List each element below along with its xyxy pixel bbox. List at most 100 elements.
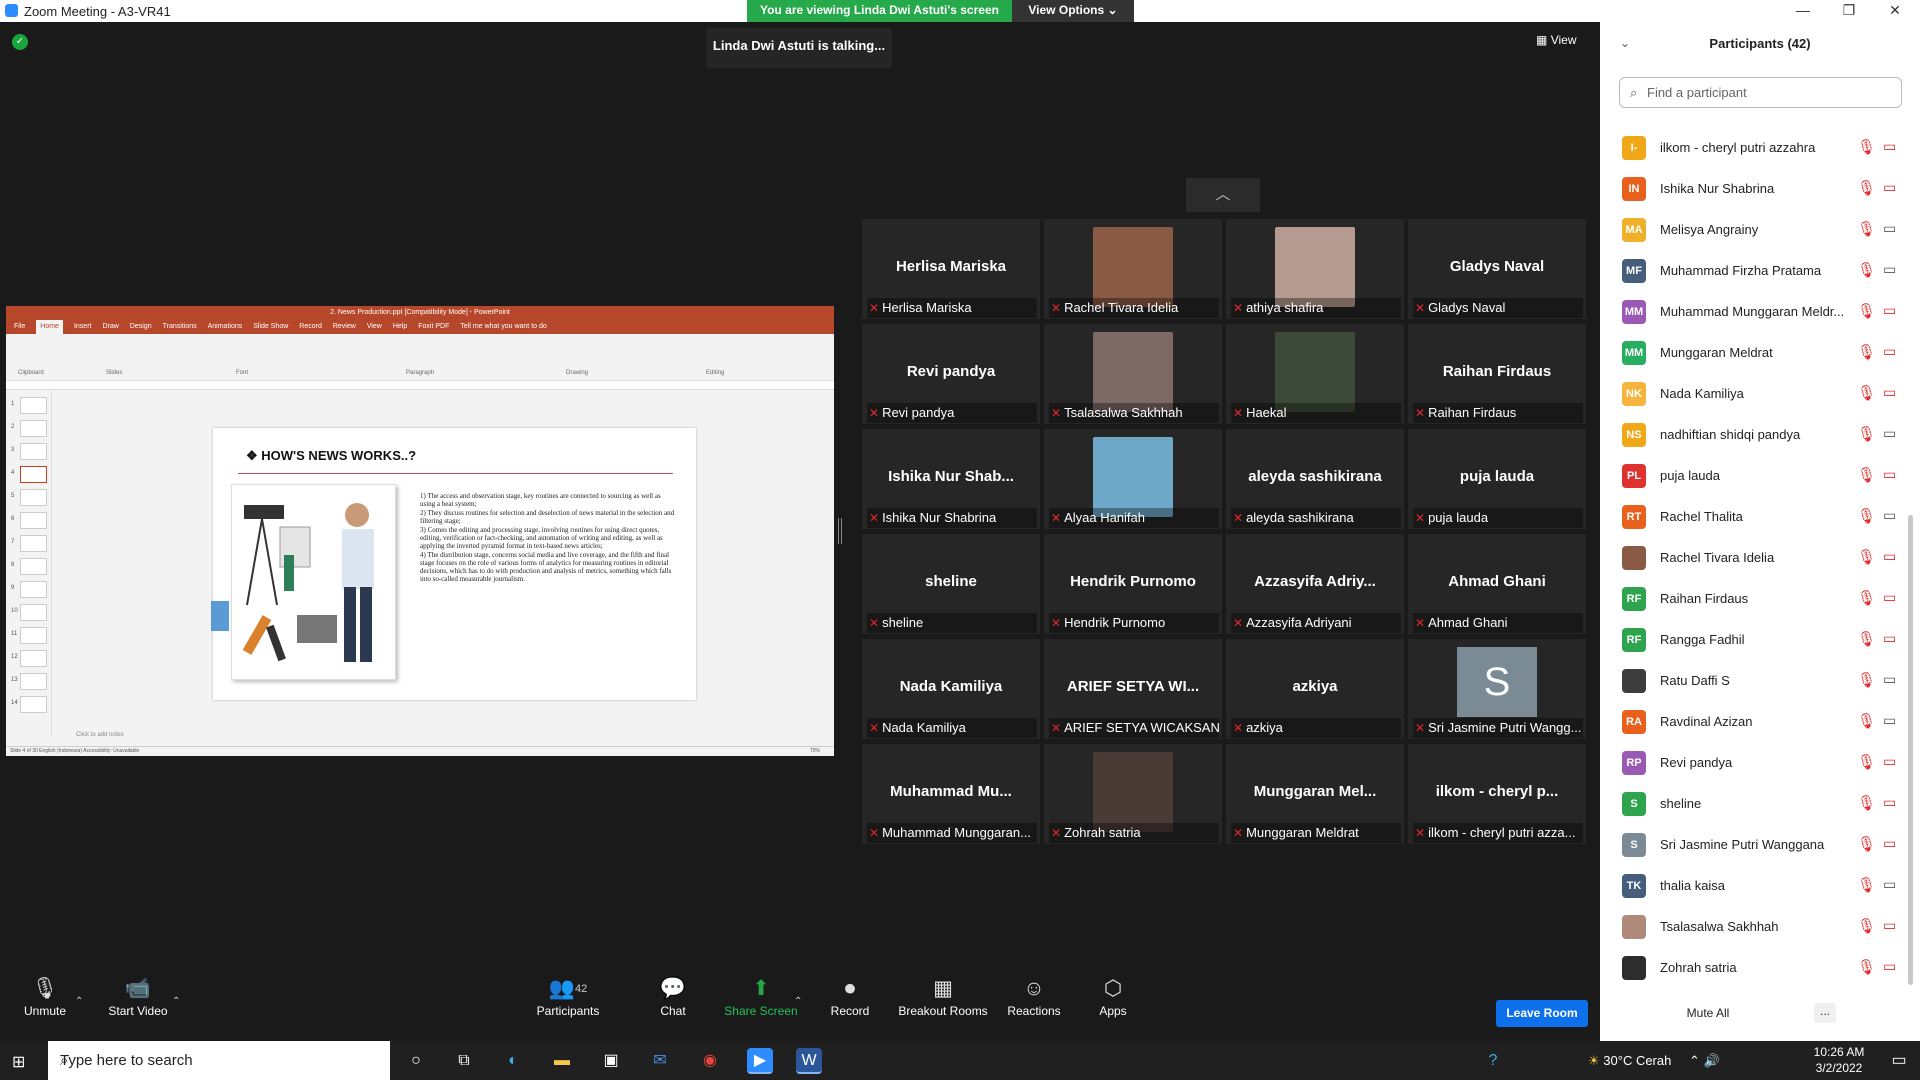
video-tile[interactable]: Muhammad Mu... ✕ Muhammad Munggaran...	[862, 744, 1040, 844]
video-tile[interactable]: ARIEF SETYA WI... ✕ ARIEF SETYA WICAKSANA	[1044, 639, 1222, 739]
video-tile[interactable]: ✕ Rachel Tivara Idelia	[1044, 219, 1222, 319]
video-tile[interactable]: Ahmad Ghani ✕ Ahmad Ghani	[1408, 534, 1586, 634]
video-tile[interactable]: sheline ✕ sheline	[862, 534, 1040, 634]
participant-row[interactable]: Ssheline 🎙 ▭	[1600, 782, 1920, 823]
video-tile[interactable]: Raihan Firdaus ✕ Raihan Firdaus	[1408, 324, 1586, 424]
video-tile[interactable]: Nada Kamiliya ✕ Nada Kamiliya	[862, 639, 1040, 739]
ppt-status-text: Slide 4 of 30 English (Indonesia) Access…	[10, 748, 140, 754]
video-tile[interactable]: ✕ Zohrah satria	[1044, 744, 1222, 844]
participant-row[interactable]: PL puja lauda 🎙 ▭	[1600, 454, 1920, 495]
participant-row[interactable]: Ratu Daffi S 🎙 ▭	[1600, 659, 1920, 700]
participant-row[interactable]: MM Munggaran Meldrat 🎙 ▭	[1600, 331, 1920, 372]
file-explorer-icon[interactable]: ▬	[549, 1048, 575, 1074]
thumbnail-number: 11	[11, 631, 18, 637]
zoom-taskbar-icon[interactable]: ▶	[747, 1048, 773, 1074]
video-tile[interactable]: Gladys Naval ✕ Gladys Naval	[1408, 219, 1586, 319]
video-tile[interactable]: Ishika Nur Shab... ✕ Ishika Nur Shabrina	[862, 429, 1040, 529]
video-caret-icon[interactable]: ⌃	[172, 996, 180, 1007]
chevron-up-icon[interactable]: ︿	[1186, 178, 1260, 212]
video-tile[interactable]: Hendrik Purnomo ✕ Hendrik Purnomo	[1044, 534, 1222, 634]
notes-placeholder: Click to add notes	[76, 732, 124, 738]
video-tile[interactable]: aleyda sashikirana ✕ aleyda sashikirana	[1226, 429, 1404, 529]
video-tile[interactable]: Munggaran Mel... ✕ Munggaran Meldrat	[1226, 744, 1404, 844]
notifications-icon[interactable]: ▭	[1886, 1048, 1912, 1074]
participant-name: Tsalasalwa Sakhhah	[1660, 919, 1779, 934]
participant-row[interactable]: Rachel Tivara Idelia 🎙 ▭	[1600, 536, 1920, 577]
participant-row[interactable]: MA Melisya Angrainy 🎙 ▭	[1600, 208, 1920, 249]
participant-row[interactable]: RP Revi pandya 🎙 ▭	[1600, 741, 1920, 782]
chrome-icon[interactable]: ◉	[697, 1048, 723, 1074]
participant-row[interactable]: MF Muhammad Firzha Pratama 🎙 ▭	[1600, 249, 1920, 290]
task-view-icon[interactable]: ⧉	[451, 1048, 477, 1074]
mail-icon[interactable]: ✉	[647, 1048, 673, 1074]
help-icon[interactable]: ?	[1480, 1048, 1506, 1074]
microsoft-store-icon[interactable]: ▣	[598, 1048, 624, 1074]
participant-name: nadhiftian shidqi pandya	[1660, 427, 1801, 442]
start-video-button[interactable]: 📹 Start Video	[106, 974, 170, 1018]
view-options-button[interactable]: View Options ⌄	[1012, 0, 1134, 22]
video-tile[interactable]: Revi pandya ✕ Revi pandya	[862, 324, 1040, 424]
taskbar-search-input[interactable]: ⌕ Type here to search	[48, 1041, 390, 1080]
ppt-slide-thumbnail: 14	[11, 696, 47, 713]
reactions-button[interactable]: ☺ Reactions	[1006, 974, 1062, 1018]
tray-icons[interactable]: ⌃ 🔊	[1689, 1053, 1720, 1068]
security-shield-icon[interactable]: ✓	[12, 34, 28, 50]
video-tile[interactable]: ✕ Tsalasalwa Sakhhah	[1044, 324, 1222, 424]
participant-row[interactable]: NS nadhiftian shidqi pandya 🎙 ▭	[1600, 413, 1920, 454]
video-tile[interactable]: Herlisa Mariska ✕ Herlisa Mariska	[862, 219, 1040, 319]
apps-button[interactable]: ⬡ Apps	[1098, 974, 1128, 1018]
ppt-tab: Insert	[73, 323, 92, 330]
edge-icon[interactable]: ◐	[500, 1048, 526, 1074]
participant-row[interactable]: RA Ravdinal Azizan 🎙 ▭	[1600, 700, 1920, 741]
audio-caret-icon[interactable]: ⌃	[75, 996, 83, 1007]
video-tile[interactable]: Azzasyifa Adriy... ✕ Azzasyifa Adriyani	[1226, 534, 1404, 634]
participant-list-scrollbar[interactable]	[1908, 515, 1913, 985]
video-tile[interactable]: ilkom - cheryl p... ✕ ilkom - cheryl putri…	[1408, 744, 1586, 844]
shared-screen: 2. News Production.ppt [Compatibility Mo…	[6, 306, 834, 756]
participant-row[interactable]: MM Muhammad Munggaran Meldr... 🎙 ▭	[1600, 290, 1920, 331]
muted-mic-icon: ✕	[1051, 301, 1062, 315]
participant-video-feed	[1093, 332, 1173, 412]
participant-row[interactable]: NK Nada Kamiliya 🎙 ▭	[1600, 372, 1920, 413]
video-tile[interactable]: S ✕ Sri Jasmine Putri Wangg...	[1408, 639, 1586, 739]
participant-row[interactable]: Zohrah satria 🎙 ▭	[1600, 946, 1920, 987]
participant-name: Revi pandya	[1660, 755, 1733, 770]
maximize-icon[interactable]: ❐	[1826, 0, 1872, 22]
view-button[interactable]: ▦ View	[1536, 33, 1576, 47]
split-view-handle[interactable]	[838, 518, 842, 544]
record-button[interactable]: ⏺ Record	[828, 974, 872, 1018]
participants-button[interactable]: 👥42 Participants	[535, 974, 601, 1018]
participant-row[interactable]: S Sri Jasmine Putri Wanggana 🎙 ▭	[1600, 823, 1920, 864]
ppt-tab: Foxit PDF	[418, 323, 450, 330]
share-caret-icon[interactable]: ⌃	[794, 996, 802, 1007]
participant-row[interactable]: IN Ishika Nur Shabrina 🎙 ▭	[1600, 167, 1920, 208]
video-tile[interactable]: ✕ Alyaa Hanifah	[1044, 429, 1222, 529]
breakout-rooms-button[interactable]: ▦ Breakout Rooms	[898, 974, 988, 1018]
mute-all-button[interactable]: Mute All	[1660, 1000, 1756, 1026]
participant-row[interactable]: TK thalia kaisa 🎙 ▭	[1600, 864, 1920, 905]
participant-row[interactable]: RT Rachel Thalita 🎙 ▭	[1600, 495, 1920, 536]
chat-button[interactable]: 💬 Chat	[656, 974, 690, 1018]
cortana-icon[interactable]: ○	[403, 1048, 429, 1074]
video-tile[interactable]: azkiya ✕ azkiya	[1226, 639, 1404, 739]
leave-room-button[interactable]: Leave Room	[1496, 1000, 1588, 1027]
share-screen-button[interactable]: ⬆ Share Screen	[724, 974, 798, 1018]
ppt-ribbon-tabs: File Home Insert Draw Design Transitions Anima…	[6, 320, 834, 334]
participant-row[interactable]: RF Raihan Firdaus 🎙 ▭	[1600, 577, 1920, 618]
video-tile[interactable]: puja lauda ✕ puja lauda	[1408, 429, 1586, 529]
participant-row[interactable]: RF Rangga Fadhil 🎙 ▭	[1600, 618, 1920, 659]
taskbar-clock[interactable]: 10:26 AM 3/2/2022	[1800, 1044, 1878, 1076]
participant-video-feed	[1093, 227, 1173, 307]
video-tile[interactable]: ✕ Haekal	[1226, 324, 1404, 424]
minimize-icon[interactable]: —	[1780, 0, 1826, 22]
participant-row[interactable]: I-ilkom - cheryl putri azzahra 🎙 ▭	[1600, 126, 1920, 167]
more-options-button[interactable]: ...	[1814, 1003, 1836, 1023]
muted-mic-icon: 🎙	[1857, 631, 1877, 648]
participant-search-input[interactable]: ⌕ Find a participant	[1619, 77, 1902, 108]
windows-start-icon[interactable]: ⊞	[12, 1052, 25, 1072]
video-tile[interactable]: ✕ athiya shafira	[1226, 219, 1404, 319]
participant-row[interactable]: Tsalasalwa Sakhhah 🎙 ▭	[1600, 905, 1920, 946]
unmute-button[interactable]: 🎙 Unmute	[20, 974, 70, 1018]
close-icon[interactable]: ✕	[1872, 0, 1918, 22]
word-icon[interactable]: W	[796, 1048, 822, 1074]
